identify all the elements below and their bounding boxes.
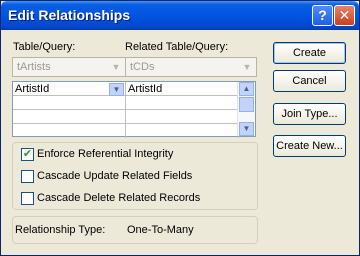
scroll-up-icon[interactable]: ▲ [239, 82, 254, 96]
table-query-value: tArtists [17, 61, 51, 73]
create-new-button[interactable]: Create New... [273, 135, 346, 157]
enforce-integrity-label[interactable]: Enforce Referential Integrity [37, 148, 173, 160]
cancel-button[interactable]: Cancel [273, 70, 346, 92]
table-row[interactable] [126, 96, 239, 110]
relationship-type-box: Relationship Type: One-To-Many [12, 216, 258, 244]
relationship-type-label: Relationship Type: [15, 224, 106, 236]
table-row[interactable] [126, 124, 239, 138]
table-row[interactable] [13, 96, 126, 110]
chevron-down-icon[interactable]: ▼ [239, 59, 255, 75]
related-table-query-value: tCDs [130, 61, 155, 73]
chevron-down-icon[interactable]: ▼ [109, 83, 124, 96]
cascade-update-label[interactable]: Cascade Update Related Fields [37, 170, 192, 182]
field-grid[interactable]: ArtistId ▼ ArtistId ▲ ▼ [12, 81, 256, 138]
chevron-down-icon[interactable]: ▼ [108, 59, 124, 75]
table-row[interactable] [13, 124, 126, 138]
enforce-integrity-checkbox[interactable]: ✔ [21, 148, 34, 161]
table-query-combo[interactable]: tArtists ▼ [12, 57, 126, 77]
related-field-value: ArtistId [128, 83, 163, 95]
help-button[interactable]: ? [312, 5, 333, 26]
table-row[interactable] [126, 110, 239, 124]
related-table-query-label: Related Table/Query: [125, 41, 228, 53]
table-query-label-text: Table/Query: [13, 41, 76, 53]
table-row[interactable] [13, 110, 126, 124]
relationship-type-value: One-To-Many [127, 224, 194, 236]
related-table-query-label-text: Related Table/Query: [125, 41, 229, 53]
table-field-value: ArtistId [15, 83, 50, 95]
vertical-scrollbar[interactable]: ▲ ▼ [237, 82, 255, 136]
table-field-cell[interactable]: ArtistId ▼ [13, 82, 126, 96]
related-table-query-combo[interactable]: tCDs ▼ [125, 57, 257, 77]
scroll-thumb[interactable] [239, 97, 254, 112]
cascade-update-checkbox[interactable] [21, 170, 34, 183]
dialog-title: Edit Relationships [8, 7, 131, 23]
edit-relationships-dialog: Edit Relationships ? ✕ Table/Query: Rela… [0, 0, 360, 256]
cascade-delete-label[interactable]: Cascade Delete Related Records [37, 192, 200, 204]
join-type-button[interactable]: Join Type... [273, 103, 346, 125]
table-query-label: Table/Query: [13, 41, 75, 53]
scroll-down-icon[interactable]: ▼ [239, 122, 254, 136]
integrity-options-group: ✔ Enforce Referential Integrity Cascade … [12, 142, 258, 210]
create-button[interactable]: Create [273, 42, 346, 64]
related-field-cell[interactable]: ArtistId [126, 82, 239, 96]
close-button[interactable]: ✕ [334, 5, 355, 26]
title-bar: Edit Relationships ? ✕ [1, 1, 359, 30]
cascade-delete-checkbox[interactable] [21, 192, 34, 205]
